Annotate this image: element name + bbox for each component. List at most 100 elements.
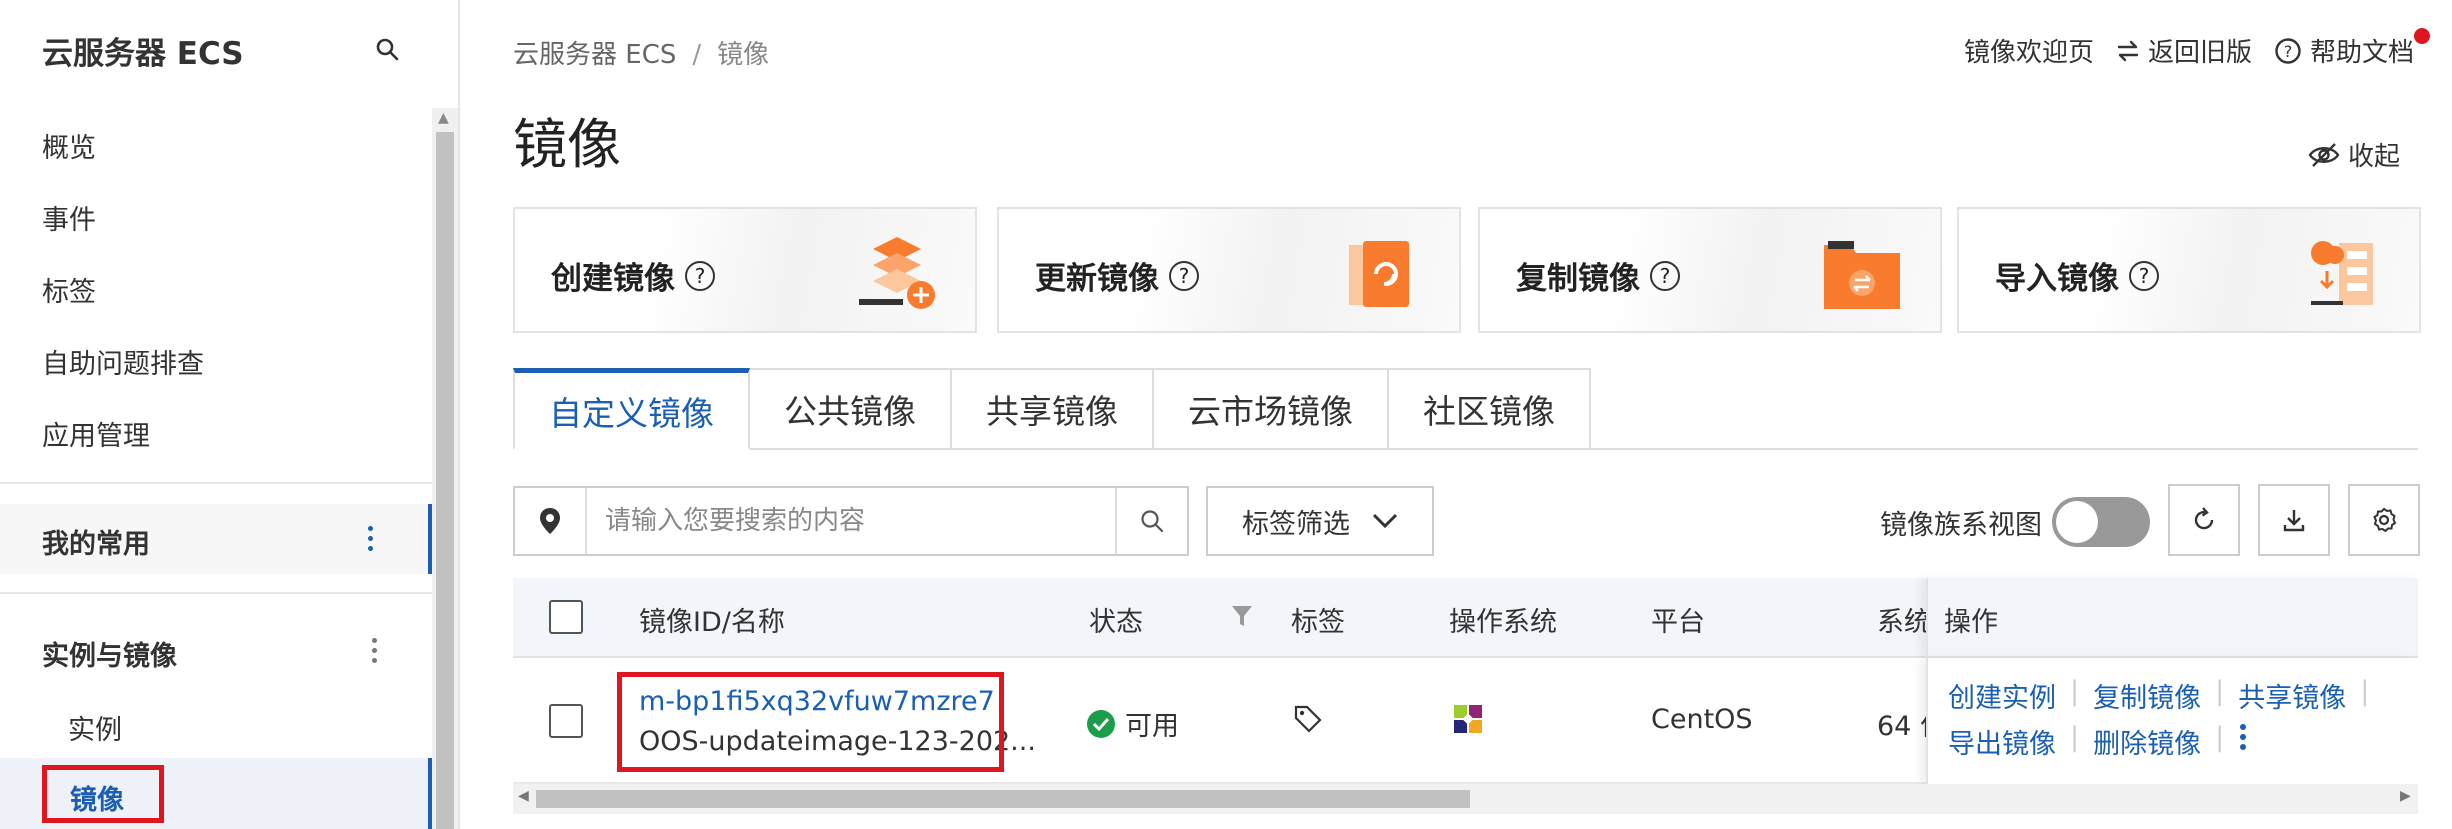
location-pin-icon[interactable] [515, 488, 587, 554]
update-image-card[interactable]: 更新镜像? [997, 207, 1461, 333]
scroll-up-arrow-icon[interactable]: ▲ [438, 110, 449, 126]
help-icon[interactable]: ? [685, 260, 715, 291]
refresh-button[interactable] [2168, 484, 2240, 556]
sidebar-item-tags[interactable]: 标签 [42, 270, 96, 309]
sidebar: 云服务器 ECS 概览 事件 标签 自助问题排查 应用管理 我的常用 实例与镜像… [0, 0, 440, 829]
table-horizontal-scrollbar-thumb[interactable] [536, 790, 1470, 808]
kebab-menu-icon[interactable] [366, 526, 374, 552]
share-image-link[interactable]: 共享镜像 [2238, 676, 2346, 715]
sidebar-border [458, 0, 460, 829]
old-version-link[interactable]: 返回旧版 [2116, 32, 2252, 69]
sidebar-group-instances-images[interactable]: 实例与镜像 [0, 616, 432, 686]
create-instance-link[interactable]: 创建实例 [1948, 676, 2056, 715]
sidebar-item-images[interactable]: 镜像 [70, 778, 124, 817]
card-label: 复制镜像 [1516, 261, 1640, 297]
card-label: 导入镜像 [1995, 261, 2119, 297]
eye-off-icon [2308, 142, 2340, 167]
notification-dot [2414, 28, 2430, 44]
sidebar-divider [0, 482, 432, 484]
swap-arrows-icon [2117, 40, 2139, 61]
scroll-right-arrow-icon[interactable]: ▶ [2400, 788, 2411, 804]
actions-cell: 创建实例 | 复制镜像 | 共享镜像 | 导出镜像 | 删除镜像 | [1926, 658, 2418, 784]
refresh-document-icon [1349, 241, 1409, 307]
export-image-link[interactable]: 导出镜像 [1948, 722, 2056, 761]
card-label: 更新镜像 [1035, 261, 1159, 297]
sidebar-item-troubleshoot[interactable]: 自助问题排查 [42, 342, 204, 381]
column-header-platform: 平台 [1651, 607, 1705, 638]
tabs-underline [1576, 448, 2418, 450]
column-header-actions: 操作 [1944, 607, 1998, 638]
actions-line-2: 导出镜像 | 删除镜像 | [1948, 722, 2248, 761]
help-icon[interactable]: ? [1650, 260, 1680, 291]
welcome-link[interactable]: 镜像欢迎页 [1964, 32, 2094, 69]
actions-column-header: 操作 [1926, 578, 2418, 658]
tab-custom-images[interactable]: 自定义镜像 [513, 368, 750, 450]
svg-text:?: ? [2284, 42, 2293, 61]
collapse-button[interactable]: 收起 [2308, 136, 2400, 173]
help-circle-icon: ? [2275, 37, 2301, 64]
search-button[interactable] [1115, 488, 1187, 554]
tab-community-images[interactable]: 社区镜像 [1389, 368, 1591, 450]
create-image-card[interactable]: 创建镜像? [513, 207, 977, 333]
actions-line-1: 创建实例 | 复制镜像 | 共享镜像 | [1948, 676, 2370, 715]
platform-value: CentOS [1651, 704, 1753, 735]
sidebar-title: 云服务器 ECS [42, 36, 244, 72]
tag-icon[interactable] [1293, 704, 1323, 734]
search-box [513, 486, 1189, 556]
centos-logo-icon [1454, 705, 1482, 733]
tag-filter-dropdown[interactable]: 标签筛选 [1206, 486, 1434, 556]
column-header-tags: 标签 [1291, 607, 1345, 638]
column-header-system: 系统 [1877, 607, 1931, 638]
column-header-status: 状态 [1089, 607, 1143, 638]
toggle-knob [2056, 501, 2098, 543]
breadcrumb: 云服务器 ECS / 镜像 [513, 40, 770, 70]
chevron-down-icon [1372, 513, 1398, 529]
tab-public-images[interactable]: 公共镜像 [750, 368, 952, 450]
highlight-box [617, 672, 1004, 772]
refresh-icon [2194, 507, 2214, 530]
family-view-label: 镜像族系视图 [1880, 510, 2042, 541]
tab-shared-images[interactable]: 共享镜像 [952, 368, 1154, 450]
sidebar-group-favorites[interactable]: 我的常用 [0, 504, 432, 574]
tag-filter-label: 标签筛选 [1242, 508, 1350, 540]
search-icon[interactable] [374, 36, 402, 64]
folder-transfer-icon [1824, 241, 1900, 309]
page-title: 镜像 [513, 113, 621, 176]
help-icon[interactable]: ? [1169, 260, 1199, 291]
help-docs-link[interactable]: ? 帮助文档 [2274, 32, 2414, 69]
tab-marketplace-images[interactable]: 云市场镜像 [1154, 368, 1389, 450]
column-header-os: 操作系统 [1449, 607, 1557, 638]
column-header-id-name: 镜像ID/名称 [639, 607, 785, 638]
cloud-import-icon [2311, 241, 2373, 305]
select-all-checkbox[interactable] [549, 600, 583, 634]
sidebar-scrollbar-thumb[interactable] [436, 132, 454, 829]
copy-image-card[interactable]: 复制镜像? [1478, 207, 1942, 333]
copy-image-link[interactable]: 复制镜像 [2093, 676, 2201, 715]
breadcrumb-item-images: 镜像 [717, 40, 770, 70]
sidebar-item-overview[interactable]: 概览 [42, 126, 96, 165]
sidebar-item-instances[interactable]: 实例 [68, 708, 122, 747]
search-icon [1141, 510, 1164, 533]
kebab-menu-icon[interactable] [370, 638, 378, 664]
search-input[interactable] [587, 488, 1115, 554]
help-icon[interactable]: ? [2129, 260, 2159, 291]
download-button[interactable] [2258, 484, 2330, 556]
scroll-left-arrow-icon[interactable]: ◀ [518, 788, 529, 804]
card-label: 创建镜像 [551, 261, 675, 297]
import-image-card[interactable]: 导入镜像? [1957, 207, 2421, 333]
status-badge: 可用 [1087, 704, 1179, 743]
check-circle-icon [1087, 709, 1115, 738]
more-vertical-icon[interactable] [2238, 722, 2248, 752]
gear-icon [2373, 507, 2397, 533]
top-links: 镜像欢迎页 返回旧版 ? 帮助文档 [1964, 32, 2414, 69]
filter-icon[interactable] [1231, 604, 1253, 628]
delete-image-link[interactable]: 删除镜像 [2093, 722, 2201, 761]
row-checkbox[interactable] [549, 704, 583, 738]
download-icon [2283, 510, 2305, 532]
family-view-toggle[interactable] [2052, 497, 2150, 547]
sidebar-item-events[interactable]: 事件 [42, 198, 96, 237]
layers-plus-icon [859, 237, 935, 309]
settings-button[interactable] [2348, 484, 2420, 556]
sidebar-item-app-management[interactable]: 应用管理 [42, 414, 150, 453]
breadcrumb-item-ecs[interactable]: 云服务器 ECS [513, 40, 676, 70]
